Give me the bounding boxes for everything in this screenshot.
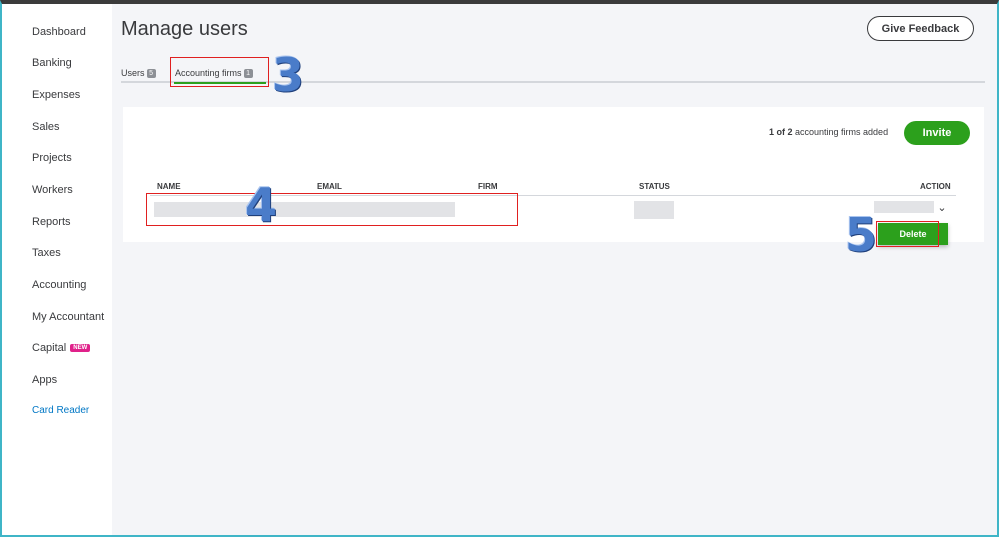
firms-added-summary: 1 of 2 accounting firms added [769,127,888,137]
annotation-number-5: 5 [845,208,878,262]
sidebar-item-banking[interactable]: Banking [32,57,72,69]
column-header-name: NAME [157,182,181,191]
column-header-email: EMAIL [317,182,342,191]
annotation-box-3 [170,57,269,87]
tab-users[interactable]: Users 5 [121,68,156,79]
column-header-status: STATUS [639,182,670,191]
sidebar-item-workers[interactable]: Workers [32,184,73,196]
sidebar-item-accounting[interactable]: Accounting [32,279,86,291]
annotation-number-3: 3 [272,48,305,102]
sidebar-item-reports[interactable]: Reports [32,216,71,228]
sidebar-item-apps[interactable]: Apps [32,374,57,386]
sidebar-item-projects[interactable]: Projects [32,152,72,164]
give-feedback-button[interactable]: Give Feedback [867,16,974,41]
sidebar-item-my-accountant[interactable]: My Accountant [32,311,104,323]
tab-users-count: 5 [146,69,156,79]
redacted-action [874,201,934,213]
sidebar-item-sales[interactable]: Sales [32,121,60,133]
sidebar-item-dashboard[interactable]: Dashboard [32,26,86,38]
column-header-action: ACTION [920,182,951,191]
firms-added-count: 1 of 2 [769,127,793,137]
new-badge: NEW [70,344,91,353]
sidebar-item-capital[interactable]: Capital NEW [32,342,91,354]
sidebar: Dashboard Banking Expenses Sales Project… [2,4,112,535]
sidebar-item-taxes[interactable]: Taxes [32,247,61,259]
sidebar-item-card-reader[interactable]: Card Reader [32,405,89,416]
annotation-number-4: 4 [245,178,278,232]
page-title: Manage users [121,18,248,40]
annotation-box-4 [146,193,518,226]
firms-added-text: accounting firms added [792,127,889,137]
tab-users-label: Users [121,68,145,78]
column-header-firm: FIRM [478,182,498,191]
redacted-status [634,201,674,219]
sidebar-item-expenses[interactable]: Expenses [32,89,80,101]
chevron-down-icon[interactable]: ⌄ [936,202,948,214]
annotation-box-5 [876,221,939,247]
sidebar-item-label: Capital [32,342,67,354]
invite-button[interactable]: Invite [904,121,970,145]
